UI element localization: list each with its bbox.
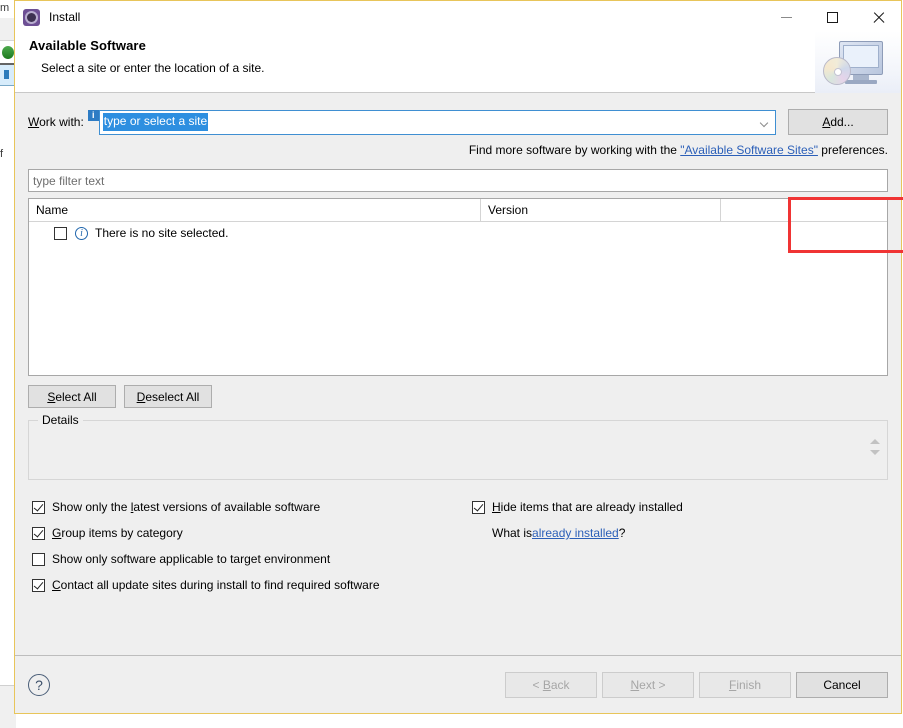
- page-subtitle: Select a site or enter the location of a…: [41, 61, 265, 75]
- table-header-row: Name Version: [29, 199, 887, 222]
- option-checkbox[interactable]: [472, 500, 485, 514]
- info-badge-icon: i: [87, 110, 99, 121]
- install-gear-icon: [23, 8, 40, 26]
- option-label: Hide items that are already installed: [492, 500, 683, 514]
- minimize-icon: [780, 16, 792, 18]
- option-show-latest-versions[interactable]: Show only the latest versions of availab…: [32, 494, 380, 520]
- option-checkbox[interactable]: [32, 500, 45, 514]
- close-button[interactable]: [855, 1, 901, 33]
- find-more-prefix: Find more software by working with the: [468, 143, 681, 157]
- what-is-prefix: What is: [492, 526, 533, 540]
- filter-placeholder: type filter text: [33, 173, 105, 188]
- close-icon: [872, 11, 885, 24]
- option-checkbox[interactable]: [32, 526, 45, 540]
- dialog-footer: ? < Back Next > Finish Cancel: [15, 655, 901, 713]
- details-group: Details: [28, 413, 888, 480]
- select-all-button[interactable]: Select All: [28, 385, 116, 408]
- option-label: Contact all update sites during install …: [52, 578, 380, 592]
- details-legend: Details: [38, 413, 83, 427]
- option-applicable-to-target[interactable]: Show only software applicable to target …: [32, 546, 380, 572]
- cancel-button[interactable]: Cancel: [796, 671, 888, 698]
- row-checkbox[interactable]: [54, 226, 67, 240]
- add-button[interactable]: Add...: [788, 109, 888, 135]
- dialog-titlebar: Install: [15, 1, 901, 33]
- navigation-buttons: < Back Next > Finish Cancel: [505, 671, 888, 698]
- option-hide-already-installed[interactable]: Hide items that are already installed: [472, 494, 683, 520]
- window-controls: [763, 1, 901, 33]
- row-label: There is no site selected.: [95, 226, 229, 240]
- page-title: Available Software: [29, 38, 146, 53]
- column-header-blank[interactable]: [721, 199, 887, 221]
- computer-disc-icon: [815, 31, 901, 93]
- what-is-suffix: ?: [618, 526, 626, 540]
- bg-run-icon: [2, 46, 14, 59]
- available-software-sites-link[interactable]: "Available Software Sites": [680, 143, 818, 157]
- table-row[interactable]: i There is no site selected.: [29, 222, 887, 244]
- option-label: Show only software applicable to target …: [52, 552, 331, 566]
- option-checkbox[interactable]: [32, 578, 45, 592]
- option-label: Show only the latest versions of availab…: [52, 500, 321, 514]
- dialog-body: Work with: i type or select a site Add..…: [15, 93, 903, 655]
- table-body: i There is no site selected.: [29, 222, 887, 375]
- chevron-down-icon[interactable]: [761, 120, 768, 124]
- dialog-header: Available Software Select a site or ente…: [15, 31, 901, 93]
- already-installed-link[interactable]: already installed: [532, 526, 619, 540]
- find-more-text: Find more software by working with the "…: [28, 143, 888, 157]
- maximize-icon: [826, 11, 838, 23]
- help-icon[interactable]: ?: [28, 673, 50, 696]
- spinner-arrows-icon[interactable]: [870, 439, 881, 461]
- work-with-label: Work with:: [28, 115, 84, 129]
- option-contact-all-update-sites[interactable]: Contact all update sites during install …: [32, 572, 380, 598]
- option-label: Group items by category: [52, 526, 183, 540]
- option-group-by-category[interactable]: Group items by category: [32, 520, 380, 546]
- option-checkbox[interactable]: [32, 552, 45, 566]
- minimize-button[interactable]: [763, 1, 809, 33]
- work-with-combo[interactable]: type or select a site: [98, 109, 776, 135]
- what-is-already-installed: What is already installed?: [492, 520, 683, 546]
- column-header-name[interactable]: Name: [29, 199, 481, 221]
- bg-tab-icon: [4, 70, 9, 79]
- options-area: Show only the latest versions of availab…: [28, 494, 888, 594]
- options-left-column: Show only the latest versions of availab…: [32, 494, 380, 598]
- filter-input[interactable]: type filter text: [28, 169, 888, 192]
- selection-buttons: Select All Deselect All: [28, 385, 888, 408]
- find-more-suffix: preferences.: [817, 143, 888, 157]
- next-button[interactable]: Next >: [602, 671, 694, 698]
- software-table: Name Version i There is no site selected…: [28, 198, 888, 376]
- options-right-column: Hide items that are already installed Wh…: [472, 494, 683, 546]
- column-header-version[interactable]: Version: [481, 199, 721, 221]
- install-dialog: Install Available Software Select a site…: [14, 0, 903, 714]
- work-with-row: Work with: i type or select a site Add..…: [28, 109, 888, 135]
- maximize-button[interactable]: [809, 1, 855, 33]
- work-with-input-value[interactable]: type or select a site: [102, 113, 209, 131]
- window-title: Install: [49, 10, 81, 24]
- info-circle-icon: i: [75, 226, 88, 240]
- back-button[interactable]: < Back: [505, 671, 597, 698]
- deselect-all-button[interactable]: Deselect All: [124, 385, 212, 408]
- finish-button[interactable]: Finish: [699, 671, 791, 698]
